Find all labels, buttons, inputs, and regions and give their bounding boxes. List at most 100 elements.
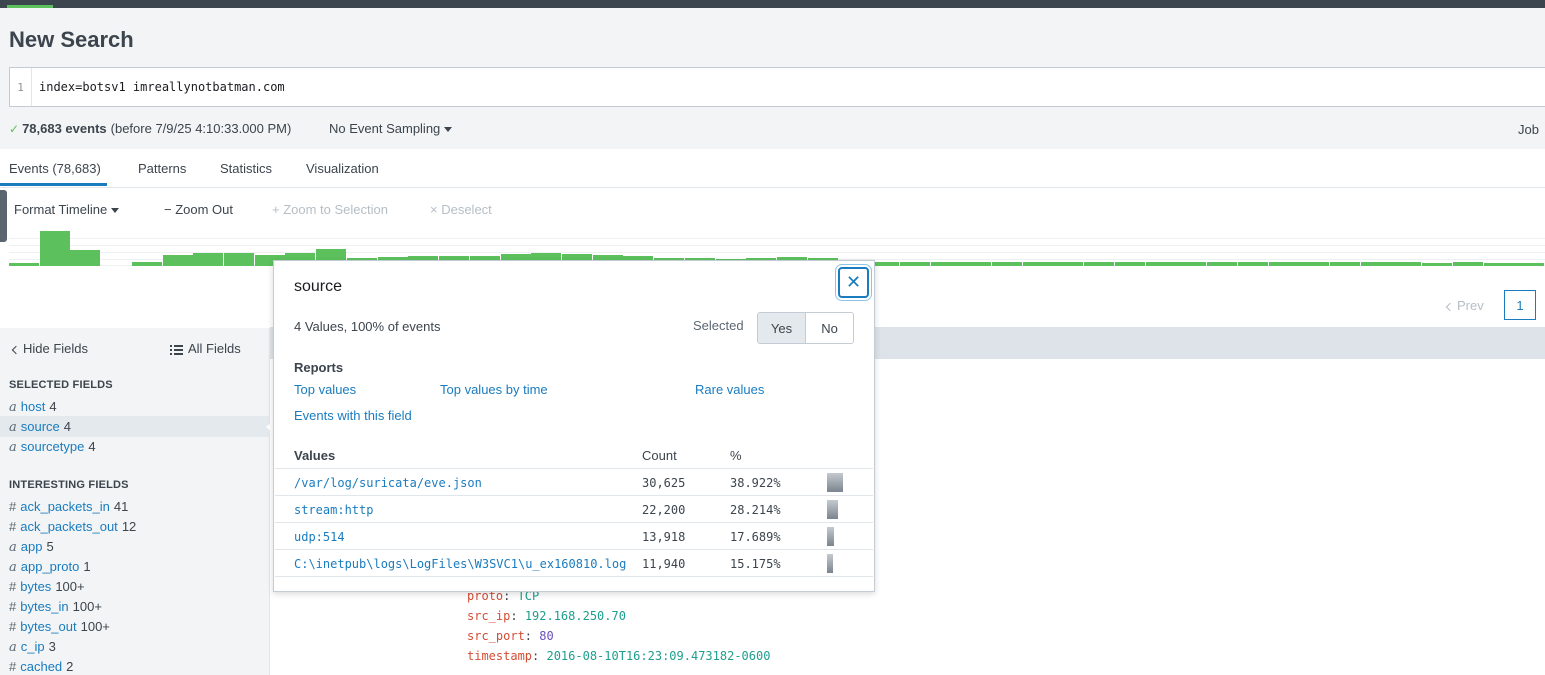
top-values-link[interactable]: Top values xyxy=(294,382,356,397)
event-key[interactable]: timestamp xyxy=(467,649,532,663)
all-fields-button[interactable]: All Fields xyxy=(170,341,241,356)
value-percent: 38.922% xyxy=(730,476,781,490)
timeline-bar[interactable] xyxy=(931,262,961,266)
field-app[interactable]: a app 5 xyxy=(9,539,54,555)
value-link[interactable]: /var/log/suricata/eve.json xyxy=(294,476,482,490)
field-name: host xyxy=(20,399,46,414)
active-tab-indicator xyxy=(0,183,107,186)
value-link[interactable]: udp:514 xyxy=(294,530,345,544)
timeline-bar[interactable] xyxy=(1361,262,1391,266)
search-input[interactable]: 1 index=botsv1 imreallynotbatman.com xyxy=(9,67,1545,107)
event-key[interactable]: src_ip xyxy=(467,609,510,623)
tab-patterns[interactable]: Patterns xyxy=(138,161,186,176)
deselect-button[interactable]: × Deselect xyxy=(430,202,492,217)
timeline-bar[interactable] xyxy=(1084,262,1114,266)
reports-header: Reports xyxy=(294,360,344,375)
zoom-to-selection-button[interactable]: + Zoom to Selection xyxy=(272,202,388,217)
events-with-field-link[interactable]: Events with this field xyxy=(294,408,412,423)
close-icon[interactable]: ✕ xyxy=(838,267,869,298)
timeline-bar[interactable] xyxy=(1115,262,1145,266)
chevron-left-icon xyxy=(1445,302,1455,311)
timeline-bar[interactable] xyxy=(70,250,100,266)
field-bytes[interactable]: # bytes 100+ xyxy=(9,579,85,594)
format-timeline-dropdown[interactable]: Format Timeline xyxy=(14,202,120,217)
search-query-text[interactable]: index=botsv1 imreallynotbatman.com xyxy=(32,80,285,94)
field-type: a xyxy=(9,440,17,455)
timeline-bar[interactable] xyxy=(9,263,39,266)
selected-no-button[interactable]: No xyxy=(806,313,853,343)
field-count: 41 xyxy=(113,499,129,514)
value-percent: 17.689% xyxy=(730,530,781,544)
timeline-bar[interactable] xyxy=(1146,262,1176,266)
field-type: # xyxy=(9,579,17,594)
timeline-bar[interactable] xyxy=(1299,262,1329,266)
field-bytes-in[interactable]: # bytes_in 100+ xyxy=(9,599,102,614)
prev-page-button[interactable]: Prev xyxy=(1445,298,1484,313)
table-row[interactable]: C:\inetpub\logs\LogFiles\W3SVC1\u_ex1608… xyxy=(275,549,873,576)
field-host[interactable]: a host 4 xyxy=(9,399,57,415)
table-bottom-border xyxy=(275,576,873,577)
value-link[interactable]: C:\inetpub\logs\LogFiles\W3SVC1\u_ex1608… xyxy=(294,557,626,571)
timeline-bar[interactable] xyxy=(1484,263,1514,266)
tab-statistics[interactable]: Statistics xyxy=(220,161,272,176)
field-count: 5 xyxy=(46,539,54,554)
selected-yes-button[interactable]: Yes xyxy=(758,313,806,343)
chevron-left-icon xyxy=(11,345,21,354)
field-ack-packets-in[interactable]: # ack_packets_in 41 xyxy=(9,499,128,514)
field-bytes-out[interactable]: # bytes_out 100+ xyxy=(9,619,110,634)
timeline-bar[interactable] xyxy=(1453,262,1483,266)
page-number-button[interactable]: 1 xyxy=(1504,290,1536,320)
event-value[interactable]: 192.168.250.70 xyxy=(525,609,626,623)
tab-events[interactable]: Events (78,683) xyxy=(9,161,101,176)
tab-visualization[interactable]: Visualization xyxy=(306,161,379,176)
timeline-bar[interactable] xyxy=(40,231,70,266)
field-ack-packets-out[interactable]: # ack_packets_out 12 xyxy=(9,519,136,534)
timeline-gridline xyxy=(9,245,1545,246)
table-row[interactable]: stream:http 22,200 28.214% xyxy=(275,495,873,522)
hide-fields-button[interactable]: Hide Fields xyxy=(11,341,88,356)
rare-values-link[interactable]: Rare values xyxy=(695,382,764,397)
timeline-bar[interactable] xyxy=(163,255,193,266)
value-link[interactable]: stream:http xyxy=(294,503,373,517)
field-name: bytes_out xyxy=(20,619,77,634)
value-percent: 28.214% xyxy=(730,503,781,517)
timeline-bar[interactable] xyxy=(992,262,1022,266)
field-app-proto[interactable]: a app_proto 1 xyxy=(9,559,91,575)
zoom-out-button[interactable]: − Zoom Out xyxy=(164,202,233,217)
event-key[interactable]: src_port xyxy=(467,629,525,643)
field-c-ip[interactable]: a c_ip 3 xyxy=(9,639,56,655)
timeline-gridline xyxy=(9,238,1545,239)
field-cached[interactable]: # cached 2 xyxy=(9,659,73,674)
timeline-bar[interactable] xyxy=(1176,262,1206,266)
job-menu[interactable]: Job xyxy=(1518,122,1539,137)
table-row[interactable]: udp:514 13,918 17.689% xyxy=(275,522,873,549)
timeline-bar[interactable] xyxy=(900,262,930,266)
timeline-bar[interactable] xyxy=(1330,262,1360,266)
field-sourcetype[interactable]: a sourcetype 4 xyxy=(9,439,96,455)
timeline-bar[interactable] xyxy=(132,262,162,266)
timeline-bar[interactable] xyxy=(1238,262,1268,266)
selected-toggle: Yes No xyxy=(757,312,854,344)
timeline-bar[interactable] xyxy=(961,262,991,266)
timeline-bar[interactable] xyxy=(193,253,223,266)
page-title: New Search xyxy=(9,27,134,52)
timeline-bar[interactable] xyxy=(1269,262,1299,266)
field-source[interactable]: a source 4 xyxy=(9,419,71,435)
timeline-bar[interactable] xyxy=(1422,263,1452,266)
search-line-number: 1 xyxy=(10,68,32,106)
event-value[interactable]: 80 xyxy=(539,629,553,643)
timeline-bar[interactable] xyxy=(1053,262,1083,266)
value-bar xyxy=(827,554,833,573)
top-values-by-time-link[interactable]: Top values by time xyxy=(440,382,548,397)
field-name: app xyxy=(20,539,43,554)
timeline-bar[interactable] xyxy=(1391,262,1421,266)
timeline-bar[interactable] xyxy=(1023,262,1053,266)
panel-collapse-handle[interactable] xyxy=(0,190,7,242)
prev-page-label: Prev xyxy=(1457,298,1484,313)
timeline-bar[interactable] xyxy=(224,253,254,266)
event-value[interactable]: 2016-08-10T16:23:09.473182-0600 xyxy=(546,649,770,663)
table-row[interactable]: /var/log/suricata/eve.json 30,625 38.922… xyxy=(275,468,873,495)
event-sampling-dropdown[interactable]: No Event Sampling xyxy=(329,121,453,136)
timeline-bar[interactable] xyxy=(1514,263,1544,266)
timeline-bar[interactable] xyxy=(1207,262,1237,266)
